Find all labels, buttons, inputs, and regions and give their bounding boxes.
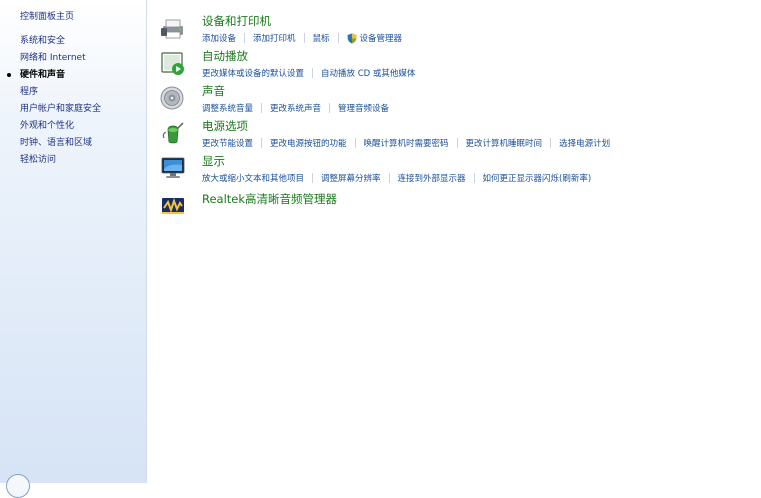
display-links: 放大或缩小文本和其他项目 调整屏幕分辨率 连接到外部显示器 如何更正显示器闪烁(… — [202, 172, 591, 184]
external-display-link[interactable]: 连接到外部显示器 — [398, 172, 466, 184]
display-title[interactable]: 显示 — [202, 153, 225, 169]
link-separator — [337, 33, 339, 43]
autoplay-links: 更改媒体或设备的默认设置 自动播放 CD 或其他媒体 — [202, 67, 415, 79]
category-nav-list: 系统和安全 网络和 Internet 硬件和声音 程序 用户帐户和家庭安全 外观… — [0, 33, 147, 169]
link-separator — [329, 103, 331, 113]
link-separator — [261, 138, 263, 148]
devices-printers-title[interactable]: 设备和打印机 — [202, 13, 271, 29]
add-device-link[interactable]: 添加设备 — [202, 32, 236, 44]
adjust-volume-link[interactable]: 调整系统音量 — [202, 102, 253, 114]
mouse-link[interactable]: 鼠标 — [313, 32, 330, 44]
sidebar-item-user-accounts[interactable]: 用户帐户和家庭安全 — [0, 101, 147, 118]
sidebar-item-appearance[interactable]: 外观和个性化 — [0, 118, 147, 135]
change-system-sounds-link[interactable]: 更改系统声音 — [270, 102, 321, 114]
text-size-link[interactable]: 放大或缩小文本和其他项目 — [202, 172, 304, 184]
control-panel-home-link[interactable]: 控制面板主页 — [20, 9, 74, 22]
change-sleep-time-link[interactable]: 更改计算机睡眠时间 — [466, 137, 543, 149]
device-manager-link[interactable]: 设备管理器 — [347, 32, 403, 44]
autoplay-title[interactable]: 自动播放 — [202, 48, 248, 64]
sidebar-item-programs[interactable]: 程序 — [0, 84, 147, 101]
link-separator — [312, 68, 314, 78]
sidebar-item-ease-of-access[interactable]: 轻松访问 — [0, 152, 147, 169]
sound-title[interactable]: 声音 — [202, 83, 225, 99]
help-circle-icon[interactable] — [6, 474, 30, 498]
category-sound: 声音 调整系统音量 更改系统声音 管理音频设备 — [158, 83, 758, 117]
speaker-icon[interactable] — [160, 85, 186, 111]
category-autoplay: 自动播放 更改媒体或设备的默认设置 自动播放 CD 或其他媒体 — [158, 48, 758, 82]
category-devices-printers: 设备和打印机 添加设备 添加打印机 鼠标 设备管理器 — [158, 13, 758, 47]
change-media-defaults-link[interactable]: 更改媒体或设备的默认设置 — [202, 67, 304, 79]
autoplay-cd-link[interactable]: 自动播放 CD 或其他媒体 — [321, 67, 415, 79]
link-separator — [244, 33, 246, 43]
power-icon[interactable] — [160, 120, 186, 146]
require-password-on-wake-link[interactable]: 唤醒计算机时需要密码 — [364, 137, 449, 149]
realtek-icon[interactable] — [160, 192, 186, 218]
main-content-pane: 设备和打印机 添加设备 添加打印机 鼠标 设备管理器 自动播放 更改媒体或设备的… — [148, 0, 761, 483]
device-manager-label: 设备管理器 — [359, 34, 403, 44]
link-separator — [456, 138, 458, 148]
category-power-options: 电源选项 更改节能设置 更改电源按钮的功能 唤醒计算机时需要密码 更改计算机睡眠… — [158, 118, 758, 152]
current-item-bullet — [7, 73, 11, 77]
sound-links: 调整系统音量 更改系统声音 管理音频设备 — [202, 102, 389, 114]
link-separator — [388, 173, 390, 183]
sidebar-item-network-internet[interactable]: 网络和 Internet — [0, 50, 147, 67]
monitor-icon[interactable] — [160, 155, 186, 181]
sidebar-item-hardware-sound[interactable]: 硬件和声音 — [0, 67, 147, 84]
add-printer-link[interactable]: 添加打印机 — [253, 32, 296, 44]
sidebar-item-label: 硬件和声音 — [20, 70, 66, 80]
autoplay-icon[interactable] — [160, 50, 186, 76]
sidebar-item-clock-language-region[interactable]: 时钟、语言和区域 — [0, 135, 147, 152]
link-separator — [261, 103, 263, 113]
sidebar-item-system-security[interactable]: 系统和安全 — [0, 33, 147, 50]
left-navigation-pane: 控制面板主页 系统和安全 网络和 Internet 硬件和声音 程序 用户帐户和… — [0, 0, 147, 498]
category-realtek-audio: Realtek高清晰音频管理器 — [158, 190, 758, 224]
link-separator — [312, 173, 314, 183]
realtek-audio-manager-title[interactable]: Realtek高清晰音频管理器 — [202, 191, 337, 207]
power-options-links: 更改节能设置 更改电源按钮的功能 唤醒计算机时需要密码 更改计算机睡眠时间 选择… — [202, 137, 610, 149]
change-power-button-link[interactable]: 更改电源按钮的功能 — [270, 137, 347, 149]
power-options-title[interactable]: 电源选项 — [202, 118, 248, 134]
change-power-saving-link[interactable]: 更改节能设置 — [202, 137, 253, 149]
category-display: 显示 放大或缩小文本和其他项目 调整屏幕分辨率 连接到外部显示器 如何更正显示器… — [158, 153, 758, 187]
devices-printers-links: 添加设备 添加打印机 鼠标 设备管理器 — [202, 32, 402, 44]
printer-icon[interactable] — [160, 15, 186, 41]
link-separator — [303, 33, 305, 43]
link-separator — [354, 138, 356, 148]
refresh-rate-link[interactable]: 如何更正显示器闪烁(刷新率) — [483, 172, 592, 184]
link-separator — [473, 173, 475, 183]
link-separator — [550, 138, 552, 148]
choose-power-plan-link[interactable]: 选择电源计划 — [559, 137, 610, 149]
uac-shield-icon — [347, 33, 357, 43]
manage-audio-devices-link[interactable]: 管理音频设备 — [338, 102, 389, 114]
screen-resolution-link[interactable]: 调整屏幕分辨率 — [321, 172, 381, 184]
